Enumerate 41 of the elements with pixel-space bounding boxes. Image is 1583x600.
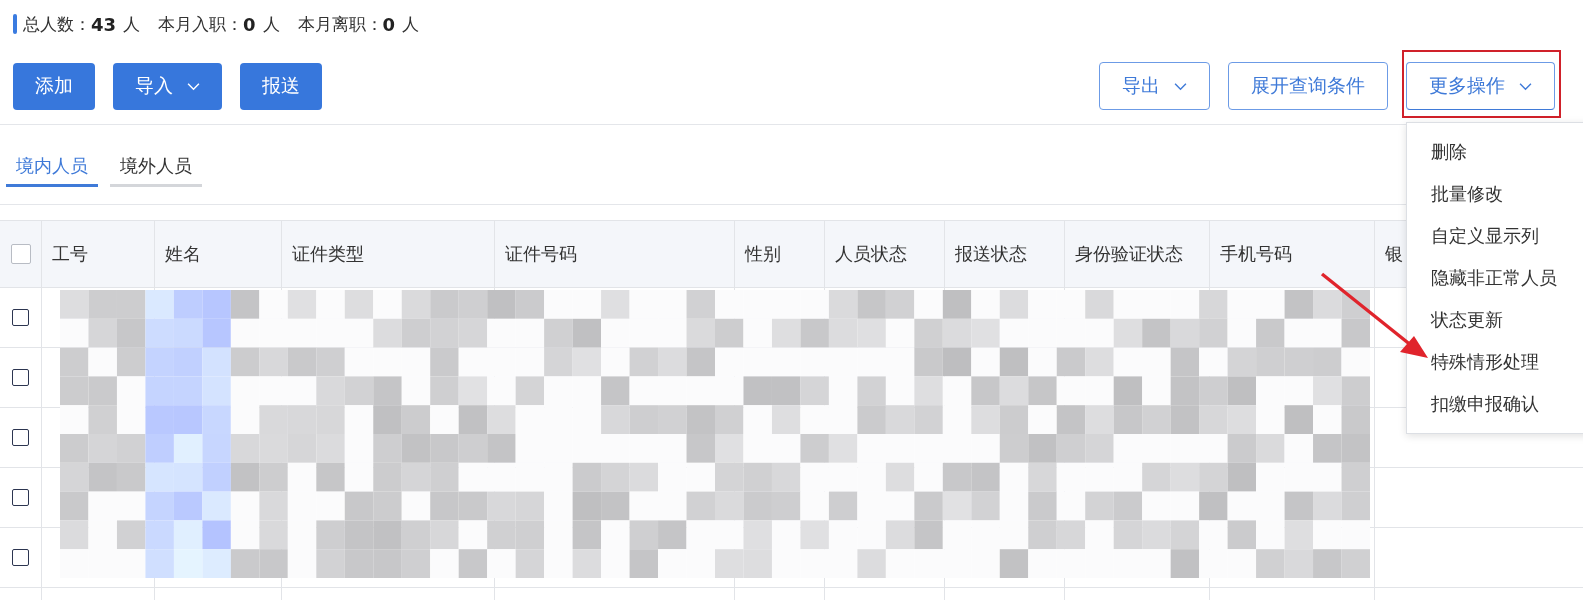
menu-item[interactable]: 批量修改	[1407, 173, 1583, 215]
action-button[interactable]: 展开查询条件	[1228, 62, 1388, 110]
stat-value: 43	[91, 13, 117, 35]
stat-label: 本月入职：	[158, 12, 244, 36]
checkbox[interactable]	[12, 429, 29, 446]
column-header: 证件类型	[282, 221, 495, 287]
column-header: 性别	[735, 221, 825, 287]
dropdown-button[interactable]: 导入	[113, 62, 222, 110]
action-button[interactable]: 添加	[13, 62, 95, 110]
stat-unit: 人	[123, 12, 141, 36]
action-button[interactable]: 报送	[240, 62, 322, 110]
dropdown-button[interactable]: 导出	[1099, 62, 1210, 110]
checkbox[interactable]	[12, 549, 29, 566]
column-header: 手机号码	[1210, 221, 1375, 287]
tab[interactable]: 境外人员	[110, 147, 202, 187]
column-header: 姓名	[155, 221, 282, 287]
column-header: 工号	[42, 221, 155, 287]
column-header: 身份验证状态	[1065, 221, 1210, 287]
stat-value: 0	[382, 13, 396, 35]
stat-unit: 人	[262, 12, 280, 36]
dropdown-button[interactable]: 更多操作	[1406, 62, 1555, 110]
stat-unit: 人	[402, 12, 420, 36]
tab[interactable]: 境内人员	[6, 147, 98, 187]
column-header: 人员状态	[825, 221, 945, 287]
menu-item[interactable]: 特殊情形处理	[1407, 341, 1583, 383]
menu-item[interactable]: 隐藏非正常人员	[1407, 257, 1583, 299]
menu-item[interactable]: 扣缴申报确认	[1407, 383, 1583, 425]
stat-label: 本月离职：	[297, 12, 383, 36]
menu-item[interactable]: 自定义显示列	[1407, 215, 1583, 257]
checkbox[interactable]	[12, 309, 29, 326]
caret-icon	[1519, 81, 1532, 91]
checkbox[interactable]	[12, 369, 29, 386]
column-header: 报送状态	[945, 221, 1065, 287]
checkbox[interactable]	[10, 244, 31, 264]
menu-item[interactable]: 删除	[1407, 131, 1583, 173]
accent-bar	[13, 14, 17, 34]
stat-label: 总人数：	[23, 12, 91, 36]
stat-value: 0	[243, 13, 256, 35]
menu-item[interactable]: 状态更新	[1407, 299, 1583, 341]
column-header: 证件号码	[495, 221, 735, 287]
checkbox[interactable]	[12, 489, 29, 506]
